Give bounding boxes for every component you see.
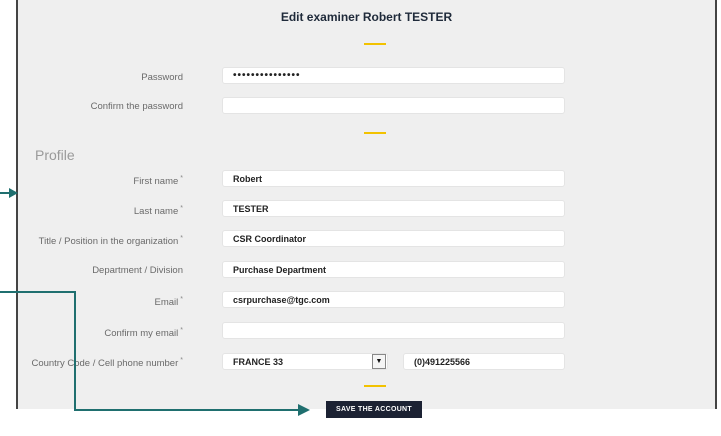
annotation-arrow-save-head [298,404,310,416]
annotation-arrow-profile-head [9,188,18,198]
annotation-arrow-save-line [0,291,300,411]
annotation-arrows [0,188,310,416]
